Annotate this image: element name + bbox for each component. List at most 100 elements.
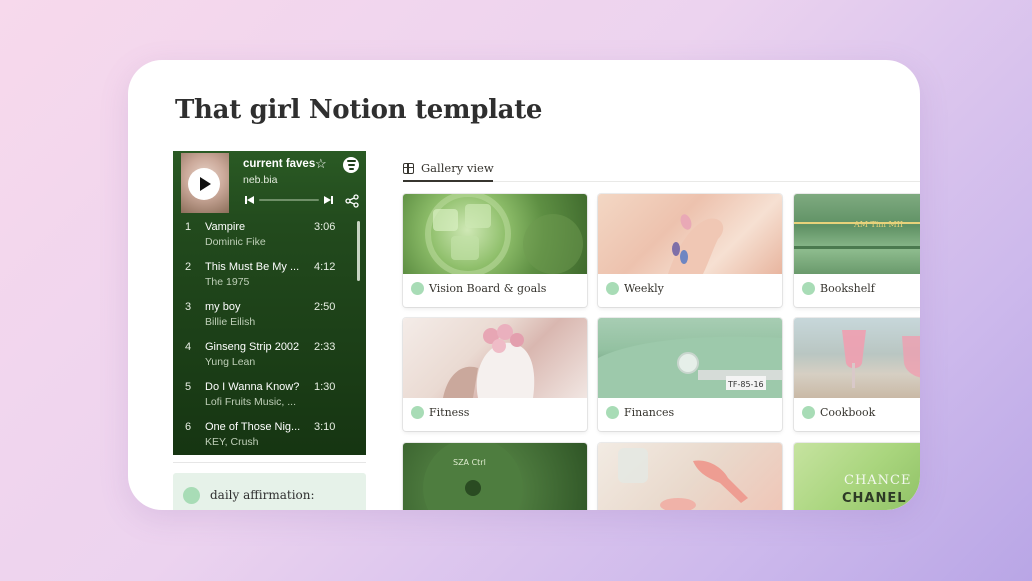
track-duration: 1:30 <box>314 381 336 393</box>
gallery-card-vision-board[interactable]: Vision Board & goals <box>403 194 587 307</box>
track-title: This Must Be My ... <box>205 261 300 273</box>
gallery-card[interactable]: CHANCE CHANEL <box>794 443 920 510</box>
track-number: 6 <box>185 421 192 433</box>
gallery-card[interactable] <box>598 443 782 510</box>
spotify-logo-icon[interactable] <box>343 157 359 173</box>
star-icon[interactable]: ☆ <box>315 156 327 172</box>
gallery-card-bookshelf[interactable]: AM Tim MII Bookshelf <box>794 194 920 307</box>
gallery-card[interactable]: SZA Ctrl <box>403 443 587 510</box>
track-duration: 3:10 <box>314 421 336 433</box>
card-cover-image <box>403 318 587 398</box>
playback-controls <box>245 194 360 208</box>
track-artist: Yung Lean <box>205 356 256 368</box>
track-number: 1 <box>185 221 192 233</box>
green-circle-icon <box>606 282 619 295</box>
scrollbar[interactable] <box>357 221 360 281</box>
card-title: Bookshelf <box>820 282 875 295</box>
track-title: Ginseng Strip 2002 <box>205 341 300 353</box>
callout-text[interactable]: daily affirmation: <box>210 488 315 502</box>
track-row[interactable]: 3 my boy Billie Eilish 2:50 <box>173 295 366 335</box>
track-number: 4 <box>185 341 192 353</box>
card-title: Weekly <box>624 282 664 295</box>
card-title: Cookbook <box>820 406 876 419</box>
card-label: Bookshelf <box>802 282 875 295</box>
play-button[interactable] <box>188 168 220 200</box>
spotify-embed[interactable]: current faves ☆ neb.bia 1 Vampire Domini… <box>173 151 366 455</box>
card-cover-image <box>598 194 782 274</box>
share-icon[interactable] <box>345 194 359 208</box>
track-title: Do I Wanna Know? <box>205 381 300 393</box>
vintage-car-image: TF-85-16 <box>598 336 782 398</box>
green-circle-icon <box>802 406 815 419</box>
active-tab-indicator <box>403 180 493 182</box>
matcha-glass-image <box>425 194 583 277</box>
gallery-grid-icon <box>403 162 414 174</box>
card-cover-image <box>794 318 920 398</box>
track-duration: 4:12 <box>314 261 336 273</box>
track-title: Vampire <box>205 221 246 233</box>
track-artist: KEY, Crush <box>205 436 259 448</box>
track-artist: The 1975 <box>205 276 250 288</box>
card-label: Cookbook <box>802 406 875 419</box>
card-label: Weekly <box>606 282 664 295</box>
hands-image <box>668 214 724 274</box>
card-cover-image: AM Tim MII <box>794 194 920 274</box>
bag-brand-text: CHANEL <box>842 491 907 506</box>
gallery-card-fitness[interactable]: Fitness <box>403 318 587 431</box>
track-artist: Billie Eilish <box>205 316 256 328</box>
affirmation-callout[interactable]: daily affirmation: <box>173 473 366 510</box>
card-label: Finances <box>606 406 674 419</box>
track-number: 2 <box>185 261 192 273</box>
pink-drinks-image <box>842 330 920 388</box>
playlist-owner[interactable]: neb.bia <box>243 174 277 186</box>
gallery-card-finances[interactable]: TF-85-16 Finances <box>598 318 782 431</box>
progress-bar[interactable] <box>259 199 319 201</box>
flowers-image <box>443 324 535 398</box>
previous-track-icon[interactable] <box>245 195 255 205</box>
track-row[interactable]: 2 This Must Be My ... The 1975 4:12 <box>173 255 366 295</box>
bag-brand-text: CHANCE <box>844 473 912 488</box>
track-row[interactable]: 5 Do I Wanna Know? Lofi Fruits Music, ..… <box>173 375 366 415</box>
book-spine-text: AM Tim MII <box>854 220 904 229</box>
book-spine-line <box>794 246 920 249</box>
card-cover-image: SZA Ctrl <box>403 443 587 510</box>
license-plate-text: TF-85-16 <box>727 380 764 389</box>
card-label: Vision Board & goals <box>411 282 546 295</box>
track-row[interactable]: 4 Ginseng Strip 2002 Yung Lean 2:33 <box>173 335 366 375</box>
card-cover-image <box>403 194 587 277</box>
track-number: 5 <box>185 381 192 393</box>
notion-page-card: That girl Notion template current faves … <box>128 60 920 510</box>
track-artist: Lofi Fruits Music, ... <box>205 396 297 408</box>
vinyl-record-image: SZA Ctrl <box>423 443 523 510</box>
playlist-title[interactable]: current faves <box>243 158 315 170</box>
next-track-icon[interactable] <box>323 195 333 205</box>
card-cover-image: TF-85-16 <box>598 318 782 398</box>
spotify-header: current faves ☆ neb.bia <box>173 151 366 215</box>
green-circle-icon <box>183 487 200 504</box>
gallery-card-cookbook[interactable]: Cookbook <box>794 318 920 431</box>
track-artist: Dominic Fike <box>205 236 266 248</box>
card-cover-image <box>598 443 782 510</box>
card-title: Finances <box>624 406 675 419</box>
green-circle-icon <box>411 282 424 295</box>
track-row[interactable]: 6 One of Those Nig... KEY, Crush 3:10 <box>173 415 366 455</box>
gallery-card-weekly[interactable]: Weekly <box>598 194 782 307</box>
track-title: One of Those Nig... <box>205 421 301 433</box>
card-label: Fitness <box>411 406 469 419</box>
track-number: 3 <box>185 301 192 313</box>
track-duration: 2:50 <box>314 301 336 313</box>
track-duration: 2:33 <box>314 341 336 353</box>
page-title: That girl Notion template <box>175 95 543 125</box>
track-row[interactable]: 1 Vampire Dominic Fike 3:06 <box>173 215 366 255</box>
divider <box>173 462 366 463</box>
record-label-text: SZA Ctrl <box>453 458 486 467</box>
track-list: 1 Vampire Dominic Fike 3:06 2 This Must … <box>173 215 366 455</box>
green-circle-icon <box>606 406 619 419</box>
card-title: Vision Board & goals <box>429 282 547 295</box>
tab-gallery-view[interactable]: Gallery view <box>403 156 494 180</box>
card-title: Fitness <box>429 406 470 419</box>
green-circle-icon <box>802 282 815 295</box>
jade-roller-image <box>618 448 748 510</box>
track-duration: 3:06 <box>314 221 336 233</box>
gallery-view-label: Gallery view <box>421 161 494 175</box>
